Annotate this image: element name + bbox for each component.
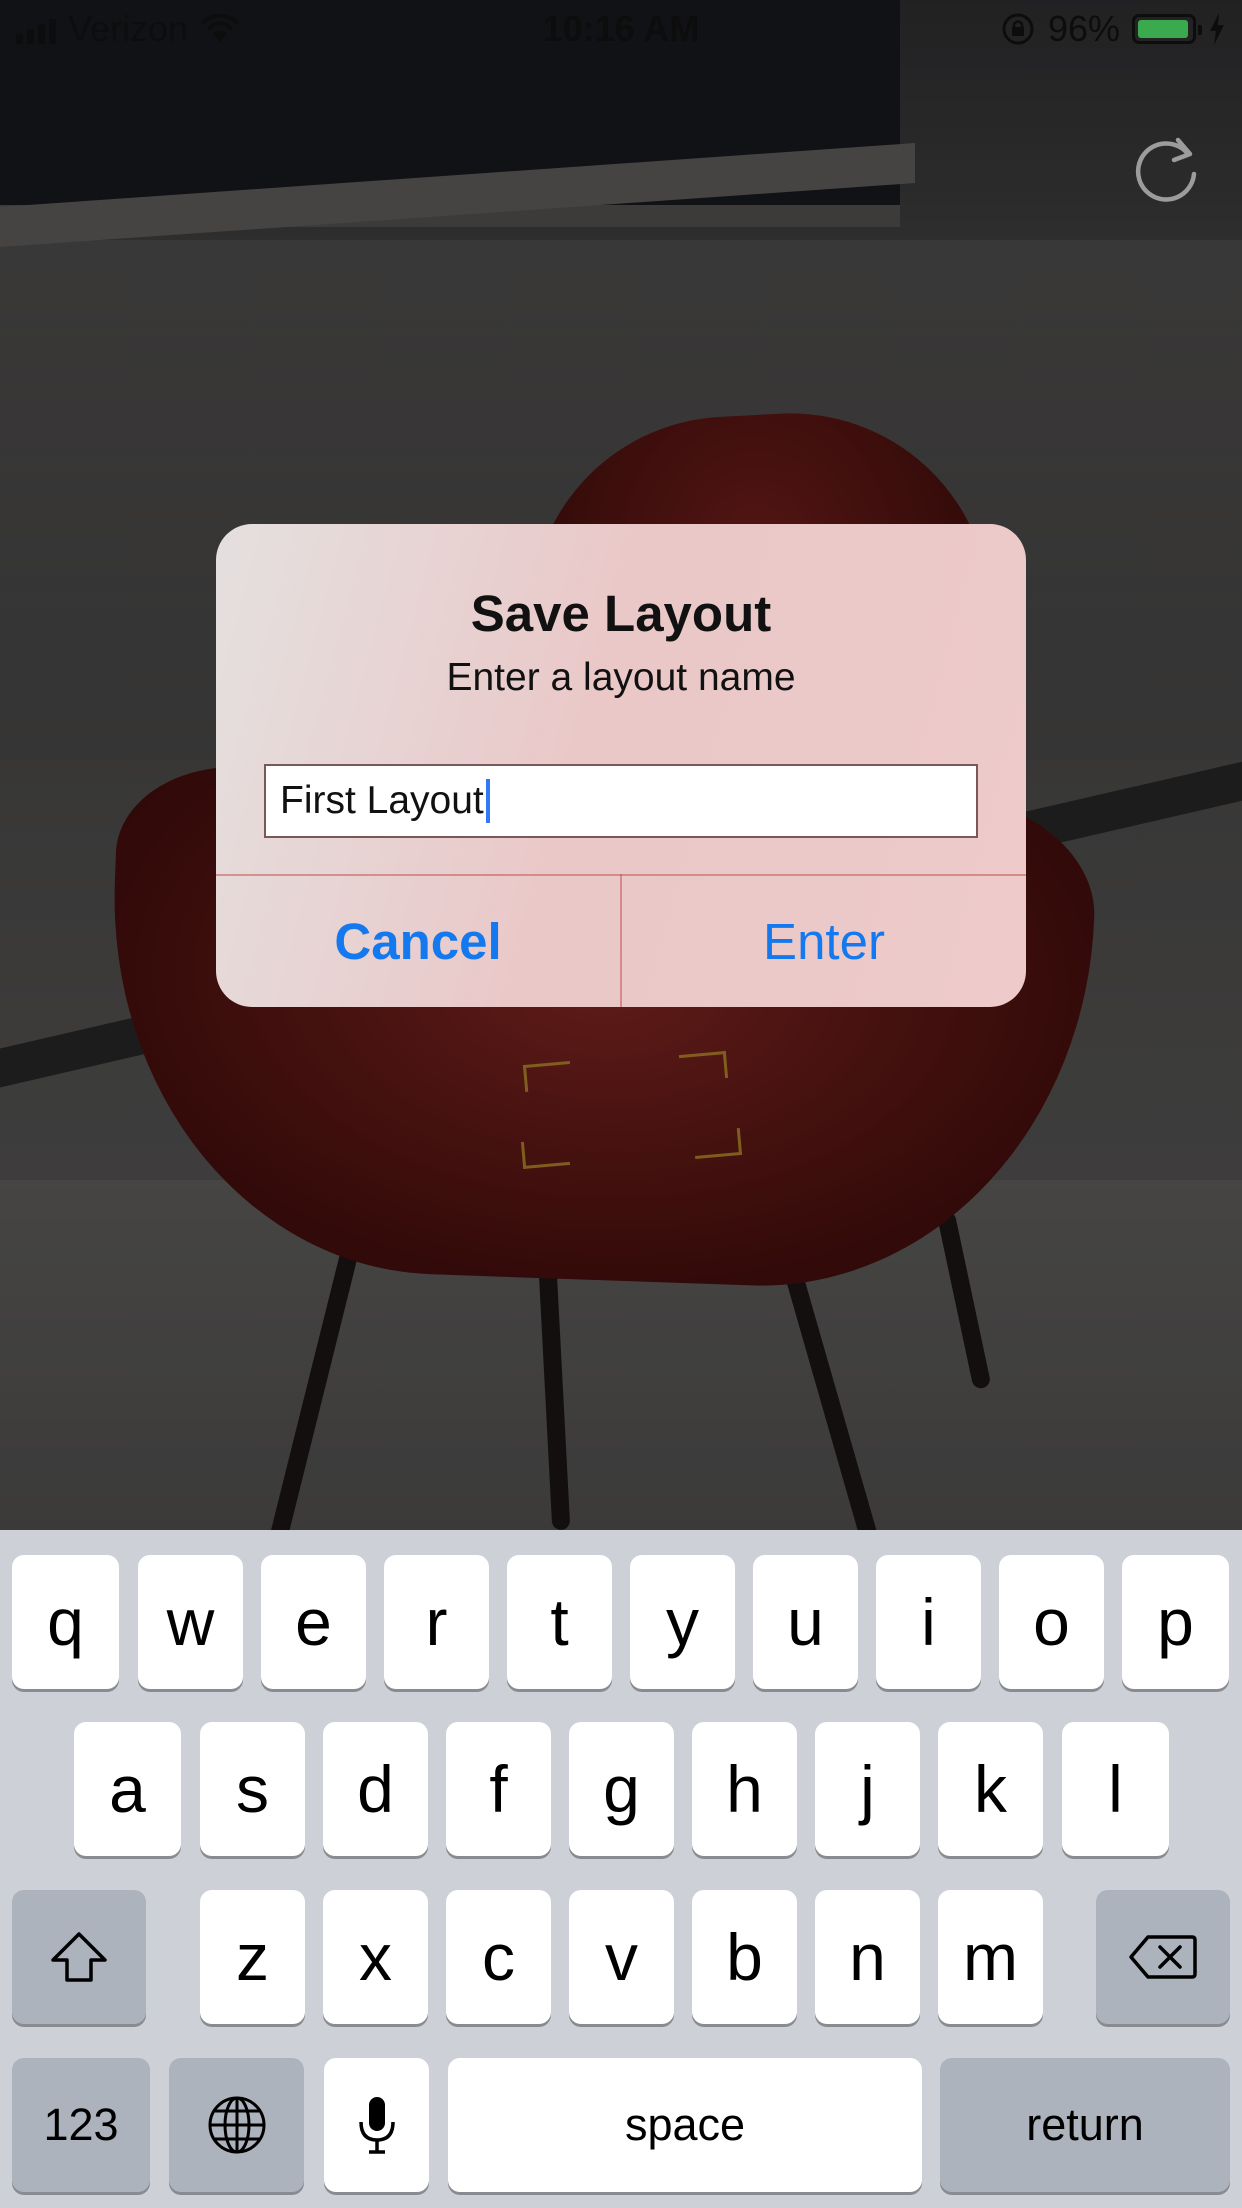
key-i[interactable]: i	[876, 1555, 981, 1689]
key-x[interactable]: x	[323, 1890, 428, 2024]
key-m[interactable]: m	[938, 1890, 1043, 2024]
layout-name-input[interactable]: First Layout	[264, 764, 978, 838]
key-b[interactable]: b	[692, 1890, 797, 2024]
key-w[interactable]: w	[138, 1555, 243, 1689]
key-y[interactable]: y	[630, 1555, 735, 1689]
key-k[interactable]: k	[938, 1722, 1043, 1856]
key-q[interactable]: q	[12, 1555, 119, 1689]
dictation-key[interactable]	[324, 2058, 429, 2192]
key-f[interactable]: f	[446, 1722, 551, 1856]
key-a[interactable]: a	[74, 1722, 181, 1856]
key-o[interactable]: o	[999, 1555, 1104, 1689]
key-v[interactable]: v	[569, 1890, 674, 2024]
text-cursor	[485, 779, 490, 823]
key-n[interactable]: n	[815, 1890, 920, 2024]
microphone-icon	[358, 2097, 395, 2154]
space-bar[interactable]: space	[448, 2058, 922, 2192]
keyboard: q w e r t y u i o p a s d f g h j k l z …	[0, 1530, 1242, 2208]
dialog-title: Save Layout	[470, 585, 772, 642]
key-p[interactable]: p	[1122, 1555, 1229, 1689]
key-j[interactable]: j	[815, 1722, 920, 1856]
key-s[interactable]: s	[200, 1722, 305, 1856]
layout-name-value: First Layout	[280, 779, 484, 822]
key-d[interactable]: d	[323, 1722, 428, 1856]
numbers-key[interactable]: 123	[12, 2058, 150, 2192]
key-r[interactable]: r	[384, 1555, 489, 1689]
enter-button[interactable]: Enter	[622, 876, 1026, 1007]
key-z[interactable]: z	[200, 1890, 305, 2024]
shift-key[interactable]	[12, 1890, 146, 2024]
globe-icon	[208, 2096, 265, 2154]
dialog-message: Enter a layout name	[446, 656, 796, 699]
key-t[interactable]: t	[507, 1555, 612, 1689]
key-h[interactable]: h	[692, 1722, 797, 1856]
key-u[interactable]: u	[753, 1555, 858, 1689]
globe-key[interactable]	[169, 2058, 304, 2192]
key-e[interactable]: e	[261, 1555, 366, 1689]
backspace-icon	[1129, 1935, 1197, 1979]
delete-key[interactable]	[1096, 1890, 1230, 2024]
shift-arrow-icon	[51, 1932, 107, 1982]
cancel-button[interactable]: Cancel	[216, 876, 620, 1007]
key-l[interactable]: l	[1062, 1722, 1169, 1856]
save-layout-dialog: Save Layout Enter a layout name First La…	[216, 524, 1026, 1007]
key-g[interactable]: g	[569, 1722, 674, 1856]
return-key[interactable]: return	[940, 2058, 1230, 2192]
key-c[interactable]: c	[446, 1890, 551, 2024]
